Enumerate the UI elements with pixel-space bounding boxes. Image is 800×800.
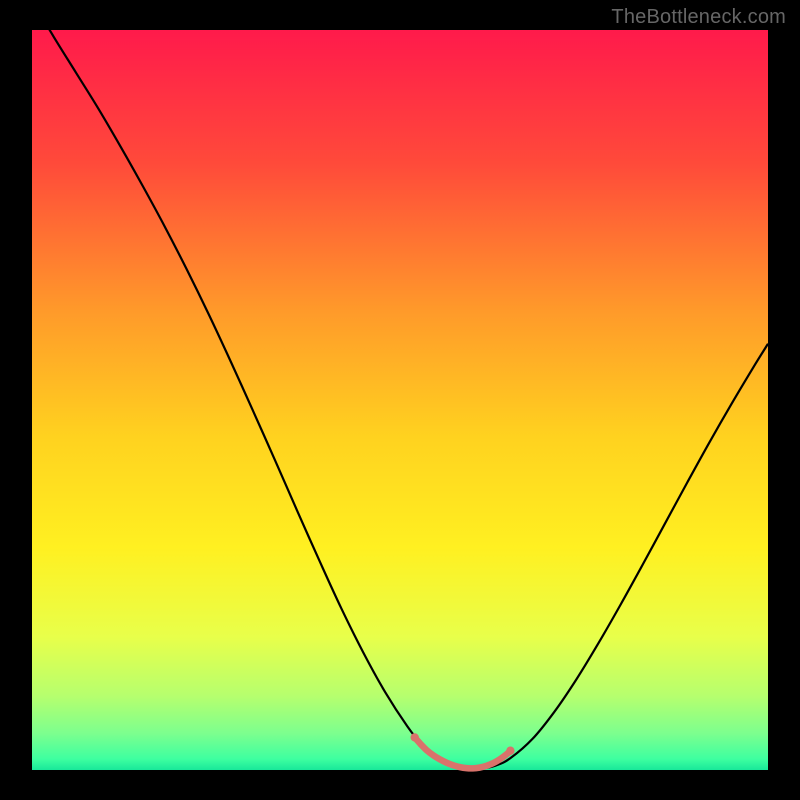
bottleneck-chart: TheBottleneck.com: [0, 0, 800, 800]
plot-background: [32, 30, 768, 770]
highlight-endpoint: [506, 747, 514, 755]
watermark-label: TheBottleneck.com: [611, 6, 786, 29]
chart-canvas: [0, 0, 800, 800]
highlight-endpoint: [411, 733, 419, 741]
